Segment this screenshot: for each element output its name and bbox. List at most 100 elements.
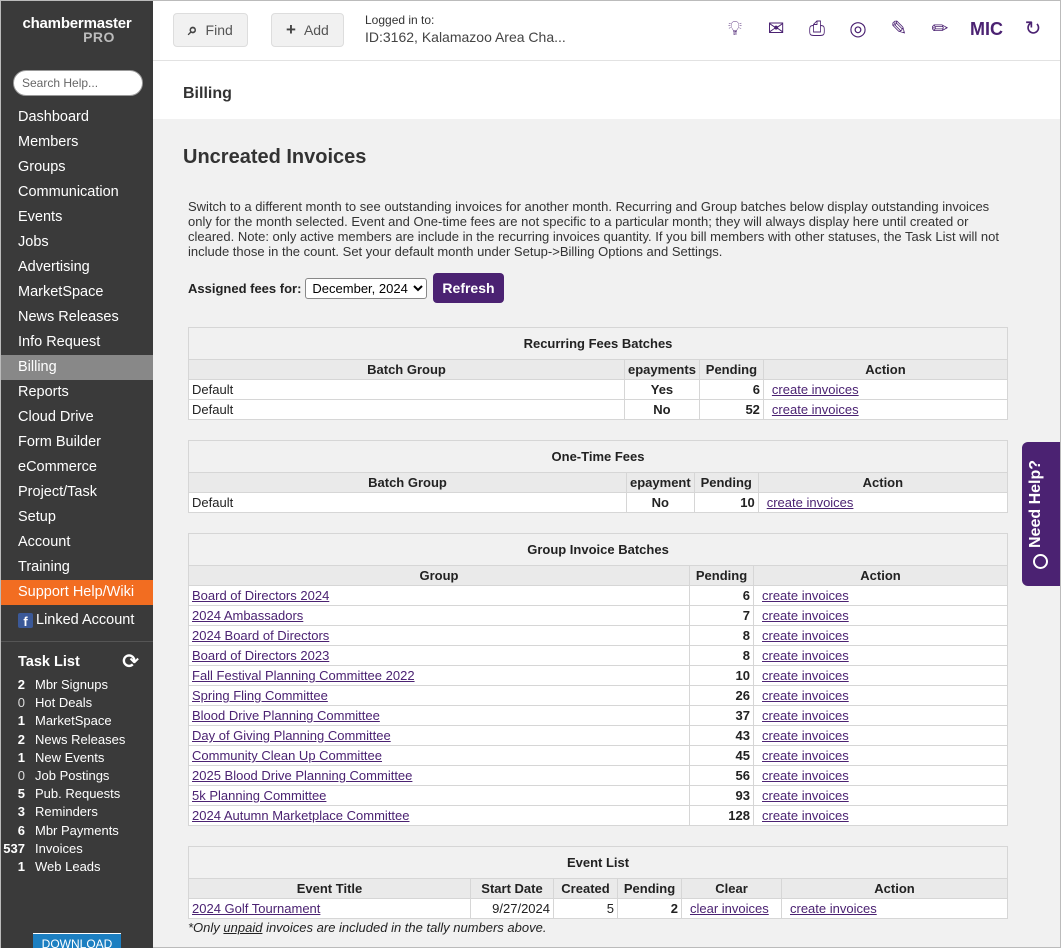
create-invoices-link[interactable]: create invoices bbox=[762, 608, 849, 623]
sidebar-item-training[interactable]: Training bbox=[1, 555, 153, 580]
month-select[interactable]: December, 2024 bbox=[305, 277, 428, 299]
group-link[interactable]: 5k Planning Committee bbox=[192, 788, 326, 803]
col-pending: Pending bbox=[693, 472, 759, 493]
group-link[interactable]: 2025 Blood Drive Planning Committee bbox=[192, 768, 412, 783]
sidebar-item-cloud-drive[interactable]: Cloud Drive bbox=[1, 405, 153, 430]
table-row: 2024 Board of Directors 8 create invoices bbox=[188, 625, 1008, 646]
group-link[interactable]: Board of Directors 2023 bbox=[192, 648, 329, 663]
add-button[interactable]: + Add bbox=[271, 13, 344, 47]
printer-icon[interactable]: ⎙ bbox=[806, 17, 828, 41]
sidebar-item-info-request[interactable]: Info Request bbox=[1, 330, 153, 355]
pending-cell: 8 bbox=[689, 625, 754, 646]
sidebar-item-groups[interactable]: Groups bbox=[1, 155, 153, 180]
group-link[interactable]: 2024 Ambassadors bbox=[192, 608, 303, 623]
sidebar-item-events[interactable]: Events bbox=[1, 205, 153, 230]
need-help-tab[interactable]: Need Help? bbox=[1022, 442, 1060, 586]
reload-icon[interactable]: ↻ bbox=[1022, 17, 1044, 41]
sidebar-item-marketspace[interactable]: MarketSpace bbox=[1, 280, 153, 305]
task-list: 2 Mbr Signups 0 Hot Deals 1 MarketSpace 2 News … bbox=[1, 676, 153, 876]
task-item-pub-requests[interactable]: 5 Pub. Requests bbox=[1, 785, 153, 803]
group-link[interactable]: Day of Giving Planning Committee bbox=[192, 728, 391, 743]
brand-logo[interactable]: chambermaster PRO bbox=[1, 1, 153, 59]
pending-cell: 7 bbox=[689, 605, 754, 626]
group-link[interactable]: Community Clean Up Committee bbox=[192, 748, 382, 763]
action-cell: create invoices bbox=[753, 765, 1008, 786]
create-invoices-link[interactable]: create invoices bbox=[772, 382, 859, 397]
task-item-new-events[interactable]: 1 New Events bbox=[1, 749, 153, 767]
create-invoices-link[interactable]: create invoices bbox=[762, 768, 849, 783]
create-invoices-link[interactable]: create invoices bbox=[762, 668, 849, 683]
sidebar-item-reports[interactable]: Reports bbox=[1, 380, 153, 405]
group-cell: 5k Planning Committee bbox=[188, 785, 690, 806]
create-invoices-link[interactable]: create invoices bbox=[762, 788, 849, 803]
mail-icon[interactable]: ✉ bbox=[765, 17, 787, 41]
sidebar-item-project-task[interactable]: Project/Task bbox=[1, 480, 153, 505]
task-item-mbr-payments[interactable]: 6 Mbr Payments bbox=[1, 822, 153, 840]
linked-account-link[interactable]: f Linked Account bbox=[1, 607, 153, 633]
col-pending: Pending bbox=[617, 878, 682, 899]
sidebar-item-account[interactable]: Account bbox=[1, 530, 153, 555]
create-invoices-link[interactable]: create invoices bbox=[767, 495, 854, 510]
sidebar-item-form-builder[interactable]: Form Builder bbox=[1, 430, 153, 455]
task-item-mbr-signups[interactable]: 2 Mbr Signups bbox=[1, 676, 153, 694]
task-label: Reminders bbox=[35, 804, 98, 820]
user-initials[interactable]: MIC bbox=[970, 17, 1003, 41]
clear-invoices-link[interactable]: clear invoices bbox=[690, 901, 769, 916]
refresh-button[interactable]: Refresh bbox=[433, 273, 504, 303]
group-link[interactable]: Fall Festival Planning Committee 2022 bbox=[192, 668, 415, 683]
action-cell: create invoices bbox=[753, 585, 1008, 606]
group-link[interactable]: 2024 Board of Directors bbox=[192, 628, 329, 643]
task-count: 0 bbox=[17, 767, 25, 783]
sidebar-item-setup[interactable]: Setup bbox=[1, 505, 153, 530]
sidebar-item-news-releases[interactable]: News Releases bbox=[1, 305, 153, 330]
create-invoices-link[interactable]: create invoices bbox=[762, 588, 849, 603]
sidebar-item-dashboard[interactable]: Dashboard bbox=[1, 105, 153, 130]
facebook-icon: f bbox=[18, 612, 33, 629]
col-epayment: epayment bbox=[626, 472, 695, 493]
sidebar-item-communication[interactable]: Communication bbox=[1, 180, 153, 205]
create-invoices-link[interactable]: create invoices bbox=[762, 688, 849, 703]
group-link[interactable]: 2024 Autumn Marketplace Committee bbox=[192, 808, 410, 823]
pencil-icon[interactable]: ✏ bbox=[929, 17, 951, 41]
group-cell: 2024 Autumn Marketplace Committee bbox=[188, 805, 690, 826]
task-refresh-icon[interactable]: ⟳ bbox=[122, 652, 139, 672]
task-item-hot-deals[interactable]: 0 Hot Deals bbox=[1, 694, 153, 712]
sidebar-item-members[interactable]: Members bbox=[1, 130, 153, 155]
download-button[interactable]: DOWNLOAD bbox=[33, 933, 121, 948]
create-invoices-link[interactable]: create invoices bbox=[762, 808, 849, 823]
task-count: 6 bbox=[17, 822, 25, 838]
group-link[interactable]: Spring Fling Committee bbox=[192, 688, 328, 703]
sidebar-item-billing[interactable]: Billing bbox=[1, 355, 153, 380]
task-item-job-postings[interactable]: 0 Job Postings bbox=[1, 767, 153, 785]
create-invoices-link[interactable]: create invoices bbox=[762, 628, 849, 643]
event-link[interactable]: 2024 Golf Tournament bbox=[192, 901, 320, 916]
action-cell: create invoices bbox=[753, 705, 1008, 726]
edit-icon[interactable]: ✎ bbox=[888, 17, 910, 41]
task-item-reminders[interactable]: 3 Reminders bbox=[1, 803, 153, 821]
task-count: 0 bbox=[17, 695, 25, 711]
task-item-web-leads[interactable]: 1 Web Leads bbox=[1, 858, 153, 876]
created-cell: 5 bbox=[553, 898, 618, 919]
create-invoices-link[interactable]: create invoices bbox=[772, 402, 859, 417]
create-invoices-link[interactable]: create invoices bbox=[762, 648, 849, 663]
sidebar: chambermaster PRO DashboardMembersGroups… bbox=[1, 1, 153, 948]
help-search-input[interactable] bbox=[13, 70, 143, 96]
create-invoices-link[interactable]: create invoices bbox=[762, 728, 849, 743]
sidebar-item-advertising[interactable]: Advertising bbox=[1, 255, 153, 280]
page-title: Uncreated Invoices bbox=[183, 146, 367, 168]
task-item-news-releases[interactable]: 2 News Releases bbox=[1, 731, 153, 749]
group-link[interactable]: Board of Directors 2024 bbox=[192, 588, 329, 603]
find-button[interactable]: ⌕ Find bbox=[173, 13, 248, 47]
lightbulb-icon[interactable]: 💡︎ bbox=[724, 17, 746, 41]
sidebar-item-ecommerce[interactable]: eCommerce bbox=[1, 455, 153, 480]
task-item-invoices[interactable]: 537 Invoices bbox=[1, 840, 153, 858]
table-row: Board of Directors 2024 6 create invoices bbox=[188, 585, 1008, 606]
create-invoices-link[interactable]: create invoices bbox=[790, 901, 877, 916]
group-link[interactable]: Blood Drive Planning Committee bbox=[192, 708, 380, 723]
task-item-marketspace[interactable]: 1 MarketSpace bbox=[1, 712, 153, 730]
sidebar-item-jobs[interactable]: Jobs bbox=[1, 230, 153, 255]
sidebar-item-support-help-wiki[interactable]: Support Help/Wiki bbox=[1, 580, 153, 605]
globe-icon[interactable]: ◎ bbox=[847, 17, 869, 41]
create-invoices-link[interactable]: create invoices bbox=[762, 708, 849, 723]
create-invoices-link[interactable]: create invoices bbox=[762, 748, 849, 763]
